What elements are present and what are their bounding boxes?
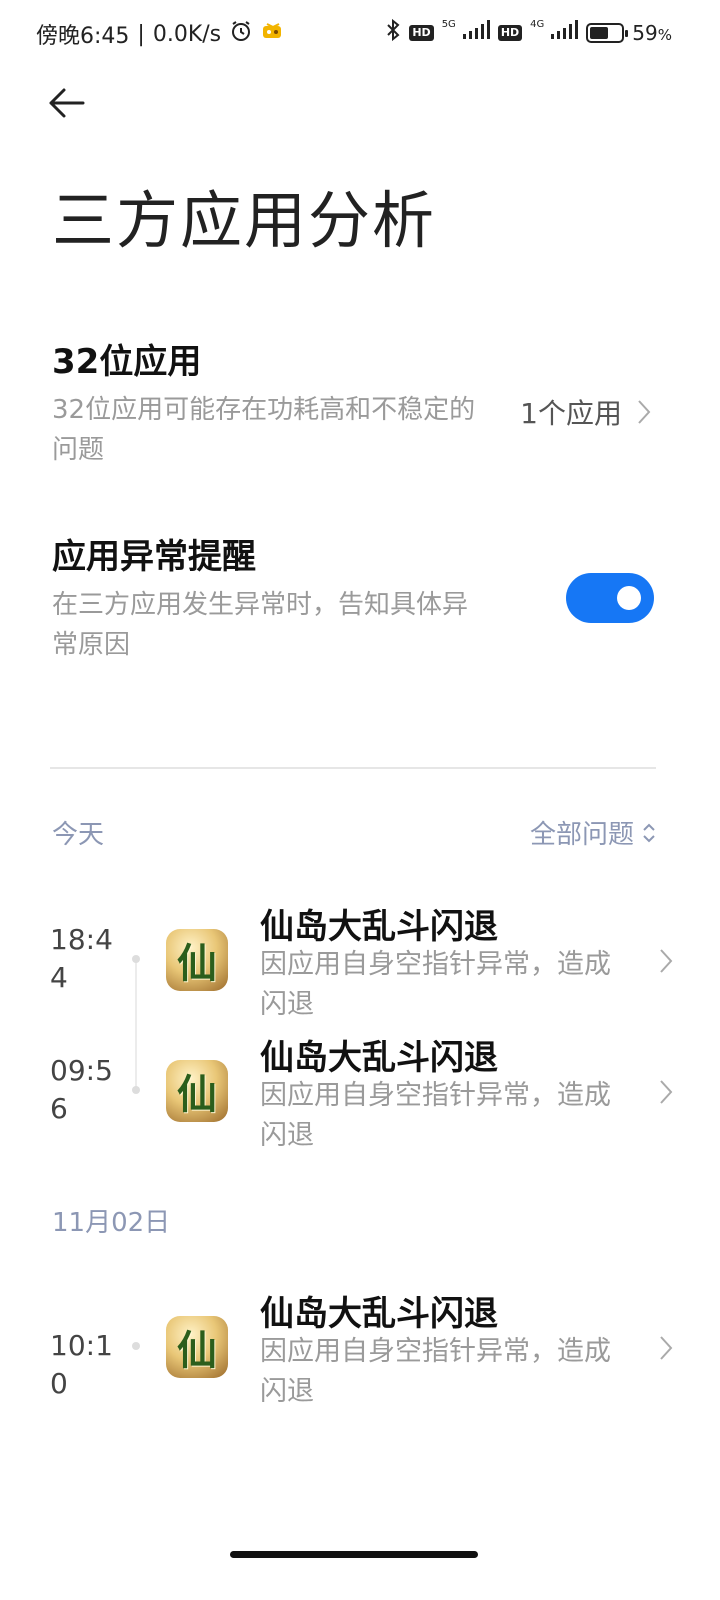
crash-alert-row: 应用异常提醒 在三方应用发生异常时，告知具体异常原因 — [52, 535, 672, 675]
sim2-signal-icon — [550, 20, 579, 45]
divider — [50, 767, 656, 769]
log-description: 因应用自身空指针异常，造成闪退 — [260, 949, 611, 1020]
app-icon: 仙 — [166, 1060, 228, 1122]
crash-log-item[interactable]: 09:56 仙 仙岛大乱斗闪退 因应用自身空指针异常，造成闪退 — [0, 1026, 720, 1156]
timeline-dot — [132, 955, 140, 963]
bluetooth-icon — [385, 18, 401, 47]
chevron-right-icon — [638, 400, 651, 424]
app-icon-glyph: 仙 — [177, 940, 217, 987]
timeline-dot — [132, 1342, 140, 1350]
status-time: 傍晚6:45 — [36, 24, 130, 49]
log-time: 10:10 — [50, 1329, 113, 1400]
net-speed: 0.0K/s — [152, 21, 222, 47]
sim2-hd-badge: HD — [497, 24, 523, 41]
chevron-right-icon — [660, 1080, 673, 1104]
app-icon-glyph: 仙 — [177, 1071, 217, 1118]
crash-alert-subtitle: 在三方应用发生异常时，告知具体异常原因 — [52, 590, 469, 660]
crash-log-item[interactable]: 10:10 仙 仙岛大乱斗闪退 因应用自身空指针异常，造成闪退 — [0, 1282, 720, 1412]
log-description: 因应用自身空指针异常，造成闪退 — [260, 1080, 611, 1151]
status-separator: | — [137, 21, 145, 47]
arrow-left-icon — [49, 88, 85, 118]
status-left: 傍晚6:45 | 0.0K/s — [36, 18, 285, 50]
log-description: 因应用自身空指针异常，造成闪退 — [260, 1336, 611, 1407]
bit32-apps-row[interactable]: 32位应用 32位应用可能存在功耗高和不稳定的问题 1个应用 — [52, 340, 672, 480]
section-date-today: 今天 — [52, 820, 105, 850]
log-time: 18:44 — [50, 923, 113, 994]
back-button[interactable] — [46, 80, 96, 126]
chevron-up-down-icon — [643, 823, 655, 842]
crash-alert-toggle[interactable] — [566, 573, 654, 623]
home-indicator[interactable] — [230, 1551, 478, 1558]
issue-filter-button[interactable]: 全部问题 — [530, 814, 656, 851]
alarm-clock-icon — [229, 19, 253, 49]
battery-icon — [586, 22, 629, 43]
battery-percent-unit: % — [657, 25, 672, 44]
battery-fill — [590, 26, 608, 39]
app-icon-glyph: 仙 — [177, 1327, 217, 1374]
crash-log-item[interactable]: 18:44 仙 仙岛大乱斗闪退 因应用自身空指针异常，造成闪退 — [0, 895, 720, 1025]
bit32-apps-count: 1个应用 — [520, 392, 652, 432]
toggle-knob — [617, 586, 641, 610]
bit32-apps-count-text: 1个应用 — [520, 397, 622, 430]
game-notification-icon — [261, 20, 285, 48]
log-time: 09:56 — [50, 1054, 113, 1125]
sim2-network-label: 4G — [530, 19, 545, 30]
log-title: 仙岛大乱斗闪退 — [260, 1294, 498, 1334]
sim1-signal-icon — [462, 20, 490, 45]
battery-percent-value: 59 — [632, 20, 658, 45]
issue-filter-label: 全部问题 — [529, 820, 634, 850]
bit32-apps-title: 32位应用 — [52, 342, 202, 382]
timeline-dot — [132, 1086, 140, 1094]
log-title: 仙岛大乱斗闪退 — [260, 907, 498, 947]
section-date-nov02: 11月02日 — [52, 1208, 171, 1238]
bit32-apps-subtitle: 32位应用可能存在功耗高和不稳定的问题 — [52, 395, 476, 465]
app-icon: 仙 — [166, 1316, 228, 1378]
sim1-hd-badge: HD — [409, 24, 434, 41]
chevron-right-icon — [660, 949, 673, 973]
battery-percent: 59% — [632, 21, 672, 45]
status-right: HD 5G HD 4G 59% — [385, 18, 672, 47]
sim1-network-label: 5G — [441, 19, 456, 30]
chevron-right-icon — [660, 1336, 673, 1360]
page-title: 三方应用分析 — [52, 184, 437, 257]
log-title: 仙岛大乱斗闪退 — [260, 1038, 498, 1078]
crash-alert-title: 应用异常提醒 — [52, 537, 256, 577]
app-icon: 仙 — [166, 929, 228, 991]
status-bar: 傍晚6:45 | 0.0K/s HD 5G HD 4G 59% — [0, 0, 720, 66]
